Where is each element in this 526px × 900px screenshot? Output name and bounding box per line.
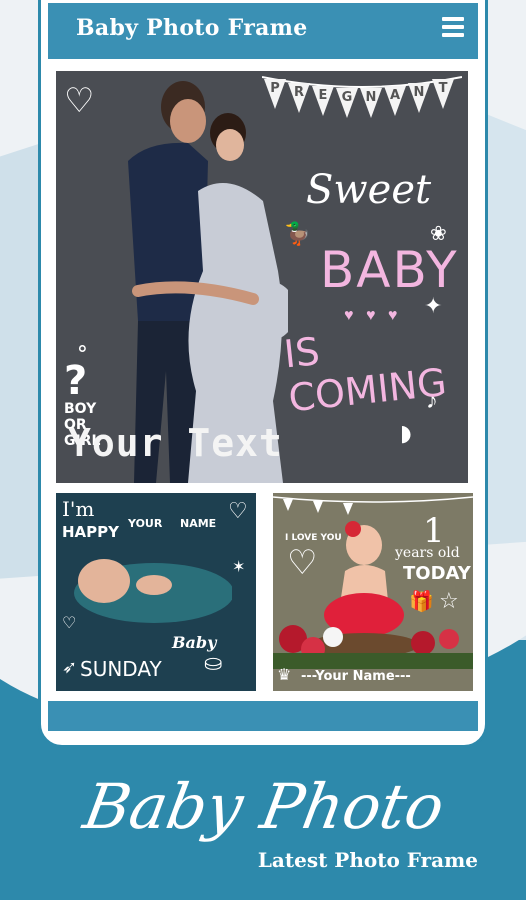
menu-icon[interactable] (442, 17, 464, 41)
duck-icon: 🦆 (284, 221, 312, 246)
bunting-letter: N (365, 90, 377, 105)
banner-title: Baby Photo (78, 770, 450, 843)
app-bar: Baby Photo Frame (48, 3, 478, 59)
flowers-photo (273, 625, 473, 669)
your-text-placeholder[interactable]: Your Text (68, 421, 283, 465)
star-icon: ☆ (439, 589, 459, 614)
name-text: NAME (180, 517, 217, 530)
today-text: TODAY (403, 563, 471, 584)
your-name-text: ---Your Name--- (301, 669, 411, 684)
question-mark-icon: ? (64, 358, 88, 404)
bunting-letter: R (293, 85, 304, 100)
bunting-letter: T (438, 81, 448, 96)
baby-text: BABY (320, 241, 459, 299)
pregnant-bunting: P R E G N A N T (261, 71, 463, 131)
frame-thumbnail-happy-sunday[interactable]: I'm HAPPY YOUR NAME ♡ ✶ ♡ Baby SUNDAY ⛀ … (56, 493, 256, 691)
baby-text: Baby (172, 633, 217, 652)
happy-text: HAPPY (62, 523, 120, 541)
hearts-doodle-icon: ♡ (64, 82, 95, 120)
bunting-letter: E (318, 88, 328, 103)
bunting-letter: N (413, 85, 425, 100)
cupcake-icon: ♛ (277, 665, 292, 684)
heart-icon: ♡ (228, 499, 248, 524)
is-coming-text: IS COMING (281, 329, 449, 421)
bunting-letter: G (341, 90, 353, 105)
app-title: Baby Photo Frame (76, 15, 308, 41)
cake-icon: ⛀ (204, 651, 223, 676)
carrot-icon: ➶ (62, 657, 78, 678)
star-icon: ✶ (232, 557, 246, 576)
bottom-bar (48, 701, 478, 731)
banner-subtitle: Latest Photo Frame (257, 848, 478, 872)
heart-outline-icon: ♡ (62, 613, 77, 632)
bunting-letter: P (270, 81, 280, 96)
your-text: YOUR (128, 517, 163, 530)
gift-icon: 🎁 (409, 589, 434, 613)
phone-mockup: Baby Photo Frame P R E G N A N T ♡ 🦆 ❀ ✦… (38, 0, 488, 748)
years-old-text: years old (395, 545, 460, 561)
sunday-text: SUNDAY (80, 657, 162, 681)
baby-carriage-icon: ◗ (394, 411, 419, 455)
im-text: I'm (62, 497, 95, 521)
frame-thumbnail-one-year-old[interactable]: I LOVE YOU ♡ 1 years old TODAY 🎁 ☆ ♛ ---… (273, 493, 473, 691)
sweet-text: Sweet (306, 167, 432, 213)
main-photo-frame[interactable]: P R E G N A N T ♡ 🦆 ❀ ✦ ♪ ⚬ ◗ Sweet ♥ ♥ … (56, 71, 468, 483)
sleeping-baby-photo (74, 559, 232, 623)
bunting-letter: A (389, 88, 401, 103)
